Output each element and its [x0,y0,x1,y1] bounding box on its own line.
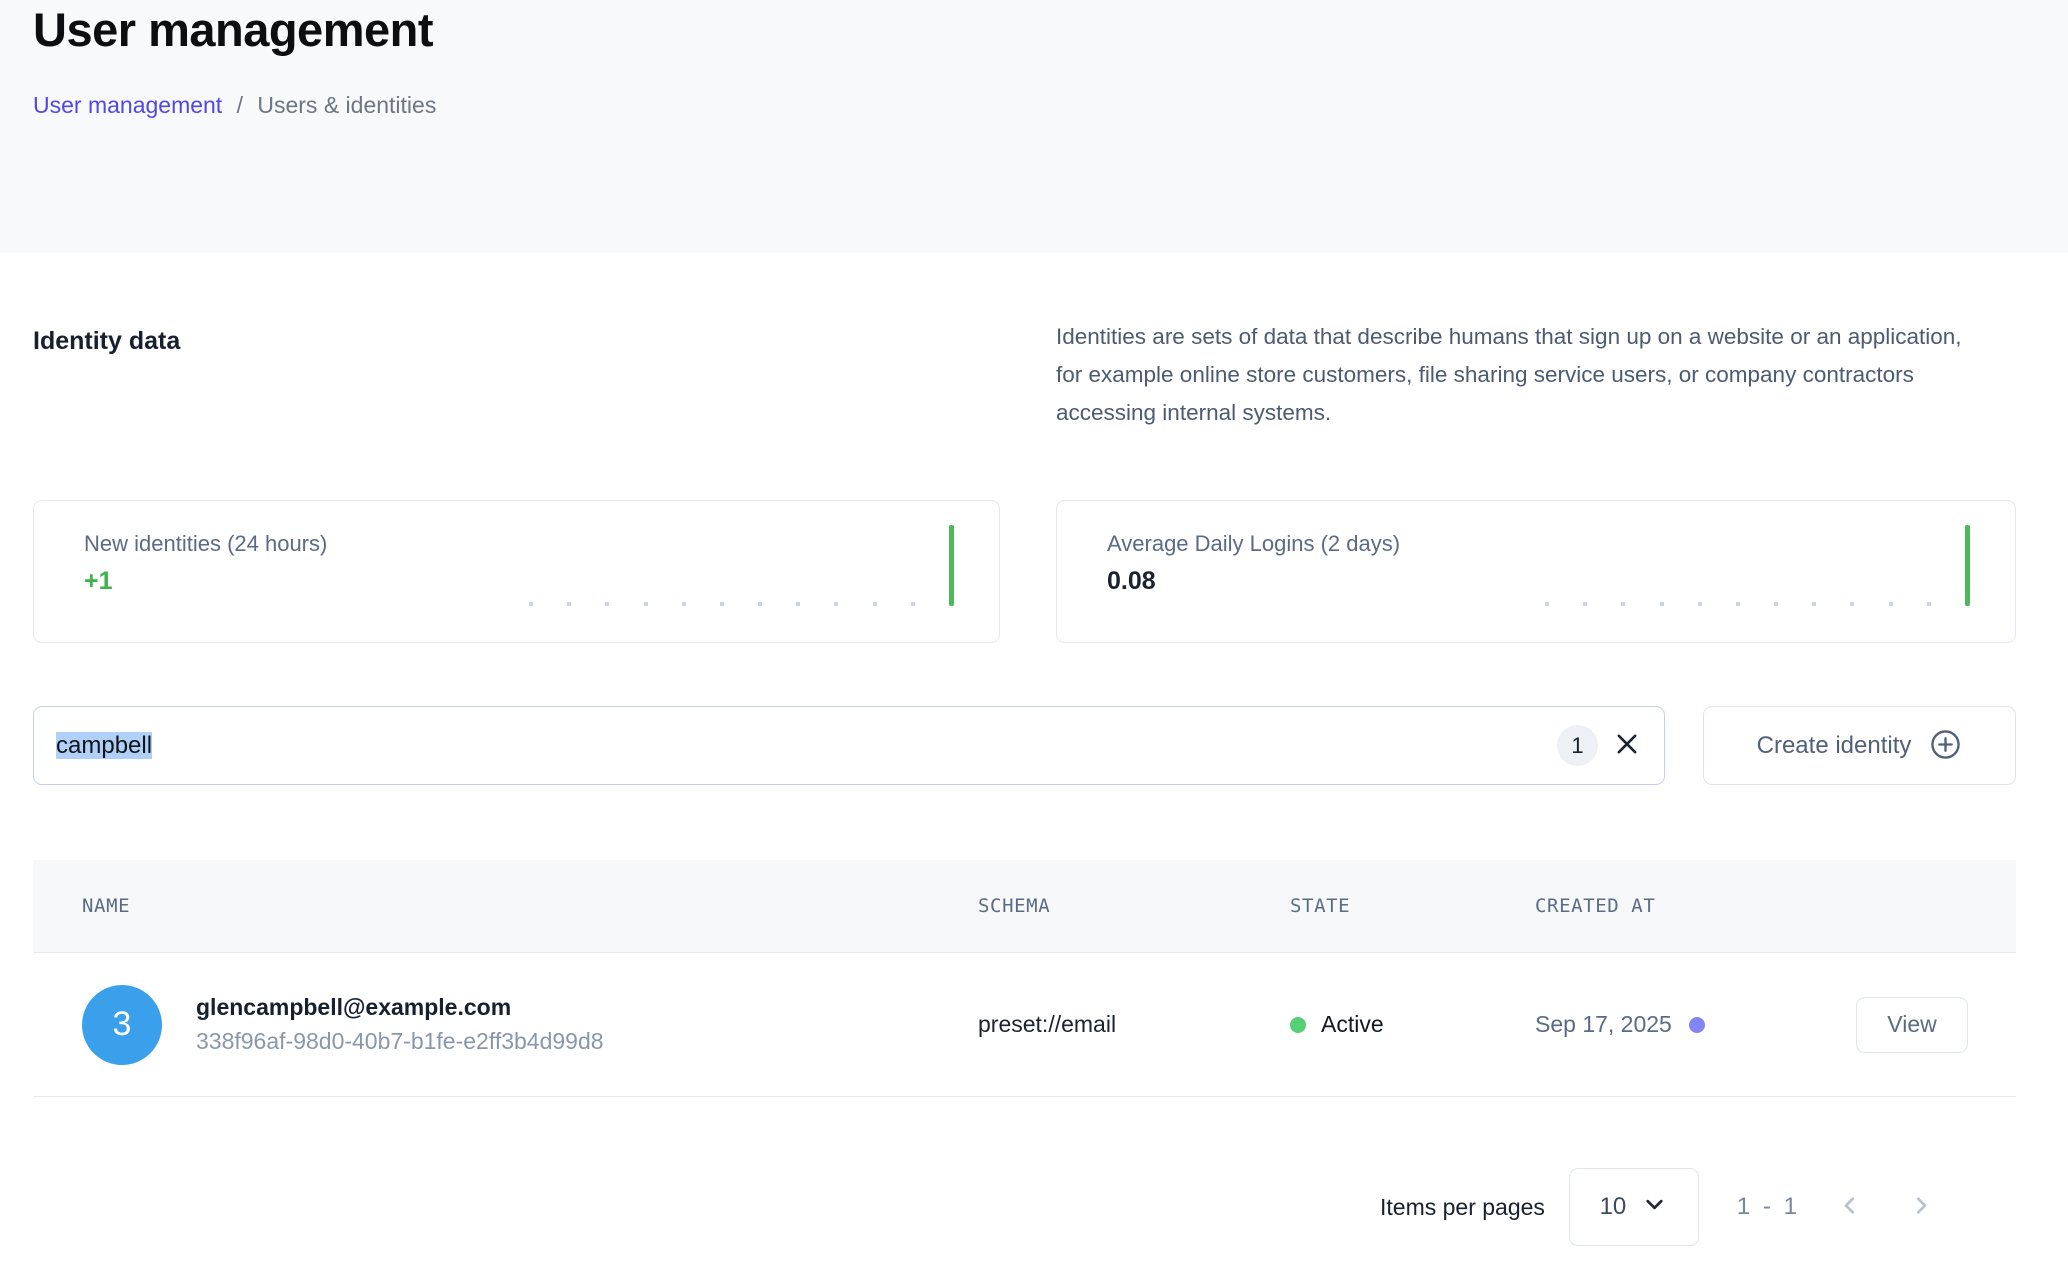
chevron-left-icon [1837,1192,1864,1222]
previous-page-button[interactable] [1836,1192,1866,1222]
selected-text: campbell [56,732,152,759]
stat-label: Average Daily Logins (2 days) [1107,531,1400,557]
column-header-schema: SCHEMA [978,895,1290,917]
stat-value: 0.08 [1107,567,1156,596]
create-identity-label: Create identity [1757,732,1912,760]
cell-created-at: Sep 17, 2025 [1535,1011,1856,1038]
cell-actions: View [1856,997,2016,1053]
search-input-value[interactable]: campbell [56,732,1557,760]
pagination: Items per pages 10 1 - 1 [1380,1168,1936,1246]
identities-table: NAME SCHEMA STATE CREATED AT 3 glencampb… [33,860,2016,1097]
section-heading: Identity data [33,327,180,356]
column-header-name: NAME [33,895,978,917]
next-page-button[interactable] [1906,1192,1936,1222]
breadcrumb: User management / Users & identities [33,92,436,119]
state-label: Active [1321,1011,1384,1038]
view-button[interactable]: View [1856,997,1968,1053]
identity-email: glencampbell@example.com [196,994,604,1021]
table-row[interactable]: 3 glencampbell@example.com 338f96af-98d0… [33,953,2016,1097]
created-at-marker-dot [1689,1017,1705,1033]
table-header-row: NAME SCHEMA STATE CREATED AT [33,860,2016,953]
stat-card-average-daily-logins: Average Daily Logins (2 days) 0.08 [1056,500,2016,643]
sparkline-chart [529,525,954,606]
column-header-created-at: CREATED AT [1535,895,1856,917]
search-input[interactable]: campbell 1 [33,706,1665,785]
stat-card-new-identities: New identities (24 hours) +1 [33,500,1000,643]
chevron-right-icon [1907,1192,1934,1222]
breadcrumb-link-user-management[interactable]: User management [33,92,222,118]
create-identity-button[interactable]: Create identity [1703,706,2016,785]
clear-search-button[interactable] [1612,731,1642,761]
page-range: 1 - 1 [1737,1193,1800,1221]
identity-id: 338f96af-98d0-40b7-b1fe-e2ff3b4d99d8 [196,1028,604,1055]
column-header-state: STATE [1290,895,1535,917]
section-description: Identities are sets of data that describ… [1056,318,1986,432]
page-title: User management [33,2,433,57]
sparkline-chart [1545,525,1970,606]
cell-schema: preset://email [978,1011,1290,1038]
chevron-down-icon [1641,1191,1668,1223]
items-per-page-label: Items per pages [1380,1194,1545,1221]
page-header: User management User management / Users … [0,0,2068,253]
stat-value: +1 [84,567,113,596]
avatar: 3 [82,985,162,1065]
breadcrumb-separator: / [237,92,243,118]
items-per-page-value: 10 [1600,1193,1627,1221]
x-icon [1613,730,1641,761]
stat-label: New identities (24 hours) [84,531,327,557]
created-at-date: Sep 17, 2025 [1535,1011,1672,1038]
active-state-dot [1290,1017,1306,1033]
cell-name: 3 glencampbell@example.com 338f96af-98d0… [33,985,978,1065]
breadcrumb-current: Users & identities [257,92,436,118]
result-count-badge: 1 [1557,725,1598,766]
plus-circle-icon [1929,728,1962,764]
cell-state: Active [1290,1011,1535,1038]
items-per-page-select[interactable]: 10 [1569,1168,1699,1246]
